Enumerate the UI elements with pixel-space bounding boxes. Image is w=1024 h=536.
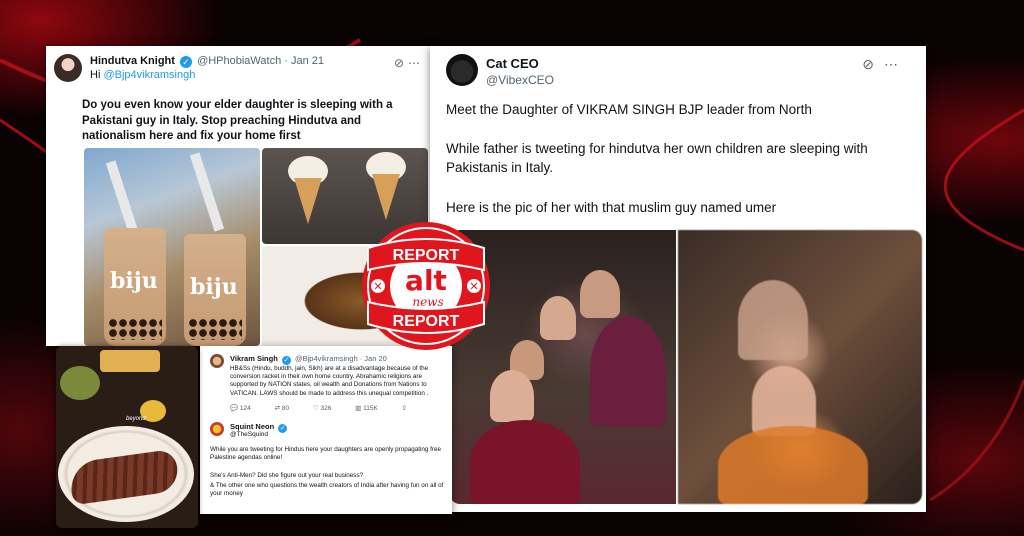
verified-badge-icon: ✓	[278, 424, 288, 433]
author-name[interactable]: Cat CEO	[486, 56, 539, 71]
tweet-text: & The other one who questions the wealth…	[210, 482, 444, 498]
tweet-date[interactable]: · Jan 21	[284, 55, 324, 67]
cup-label: biju	[190, 274, 238, 300]
share-icon[interactable]: ⇪	[402, 405, 407, 412]
tapioca-pearls	[108, 318, 162, 340]
reply-prefix: Hi	[90, 69, 104, 81]
reply-line: Hi @Bjp4vikramsingh	[90, 69, 195, 81]
tweet-text-line-2: While father is tweeting for hindutva he…	[446, 141, 868, 175]
tweet-card-cat-ceo[interactable]: Cat CEO @VibexCEO ⊘⋯ Meet the Daughter o…	[430, 46, 926, 512]
person-dress	[470, 420, 580, 504]
reply-button[interactable]: 💬 124	[230, 405, 251, 412]
cup-label: biju	[110, 268, 158, 294]
photo-caption: beyond	[126, 416, 146, 422]
logo-news-text: news	[412, 295, 443, 309]
tweet-text-line-3: Here is the pic of her with that muslim …	[446, 200, 777, 215]
straw	[189, 152, 225, 232]
verified-badge-icon: ✓	[180, 56, 192, 68]
author-name[interactable]: Squint Neon	[230, 422, 274, 431]
tapioca-pearls	[188, 318, 242, 340]
alt-news-report-logo: REPORT REPORT alt news ✕ ✕	[362, 222, 490, 350]
avatar[interactable]	[446, 54, 478, 86]
boba-tea-photo[interactable]: biju biju	[84, 148, 260, 346]
person-face	[580, 270, 620, 318]
person-outfit	[718, 426, 868, 504]
person-suit	[590, 316, 666, 426]
tweet-action-bar: 💬 124 ⇄ 80 ♡ 326 ▥ 115K ⇪	[230, 404, 429, 412]
salad-bowl	[60, 366, 100, 400]
author-handle[interactable]: @HPhobiaWatch	[197, 55, 281, 67]
author-handle[interactable]: @TheSquind	[230, 431, 268, 438]
tweet-thread-card[interactable]: Vikram Singh ✓ @Bjp4vikramsingh · Jan 20…	[200, 346, 452, 514]
tweet-text: Do you even know your elder daughter is …	[82, 99, 393, 142]
ice-cream-cone	[372, 174, 400, 220]
ice-cream-cone	[294, 178, 322, 224]
tweet-text-line-1: Meet the Daughter of VIKRAM SINGH BJP le…	[446, 102, 812, 117]
mention-link[interactable]: @Bjp4vikramsingh	[103, 69, 195, 81]
more-icon[interactable]: ⋯	[408, 56, 424, 70]
author-handle[interactable]: @Bjp4vikramsingh · Jan 20	[295, 354, 387, 363]
close-icon: ✕	[467, 279, 481, 293]
close-icon: ✕	[371, 279, 385, 293]
author-name[interactable]: Hindutva Knight	[90, 55, 175, 67]
person-face	[738, 280, 808, 360]
logo-report-top: REPORT	[393, 247, 460, 264]
tweet-author-line: Hindutva Knight ✓ @HPhobiaWatch · Jan 21	[90, 55, 324, 68]
views-button[interactable]: ▥ 115K	[355, 405, 378, 412]
tweet-header: Hindutva Knight ✓ @HPhobiaWatch · Jan 21…	[54, 54, 424, 84]
retweet-button[interactable]: ⇄ 80	[275, 405, 290, 412]
author-name[interactable]: Vikram Singh	[230, 354, 278, 363]
grok-icon[interactable]: ⊘	[394, 56, 408, 70]
tweet-actions: ⊘⋯	[862, 56, 908, 73]
tweet-actions: ⊘⋯	[394, 56, 424, 70]
grok-icon[interactable]: ⊘	[862, 56, 884, 72]
steak-dinner-photo[interactable]: beyond	[56, 346, 198, 528]
tweet-author-line: Vikram Singh ✓ @Bjp4vikramsingh · Jan 20	[230, 354, 387, 365]
tweet-text: While you are tweeting for Hindus here y…	[210, 446, 442, 462]
logo-report-bottom: REPORT	[393, 313, 460, 330]
tweet-text: She's Anti-Men? Did she figure out your …	[210, 472, 364, 479]
avatar[interactable]	[210, 354, 224, 368]
person-face	[490, 370, 534, 422]
tweet-text: HB&Ss (Hindu, buddh, jain, Sikh) are at …	[230, 365, 429, 397]
svg-text:✕: ✕	[373, 280, 382, 293]
logo-alt-text: alt	[405, 264, 447, 297]
author-handle[interactable]: @VibexCEO	[486, 73, 554, 87]
svg-text:✕: ✕	[469, 280, 478, 293]
verified-badge-icon: ✓	[281, 356, 291, 365]
person-face	[540, 296, 576, 340]
avatar[interactable]	[54, 54, 82, 82]
fries-bowl	[100, 350, 160, 372]
like-button[interactable]: ♡ 326	[313, 405, 332, 412]
boba-cup: biju	[184, 234, 246, 346]
blurry-selfie-photo[interactable]	[678, 230, 922, 504]
more-icon[interactable]: ⋯	[884, 56, 908, 72]
avatar[interactable]	[210, 422, 224, 436]
boba-cup: biju	[104, 228, 166, 346]
